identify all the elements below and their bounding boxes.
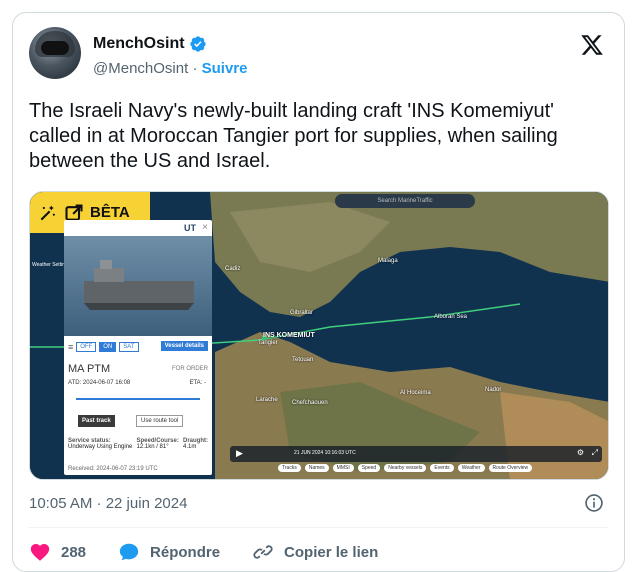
vessel-info-panel: UT × ≡ OFF ON SAT Vessel details MA PTM … <box>64 220 212 475</box>
handle-separator: · <box>192 60 198 77</box>
verified-badge-icon <box>189 36 206 52</box>
timeline-date: 21 JUN 2024 10:16:03 UTC <box>294 450 356 456</box>
route-tool-button[interactable]: Use route tool <box>136 415 184 427</box>
chip-mmsi[interactable]: MMSI <box>332 464 354 472</box>
actions-divider <box>29 527 608 528</box>
toggle-on[interactable]: ON <box>99 342 117 352</box>
vessel-status-row: Service status: Underway Using Engine Spe… <box>68 438 208 450</box>
place-label: Nador <box>485 387 502 393</box>
follow-button[interactable]: Suivre <box>202 60 248 77</box>
close-icon[interactable]: × <box>202 222 208 233</box>
like-count: 288 <box>61 543 87 561</box>
map-search-input[interactable]: Search MarineTraffic <box>335 194 475 208</box>
chip-weather[interactable]: Weather <box>457 464 485 472</box>
settings-icon[interactable]: ⚙ <box>577 448 584 457</box>
tweet-card: MenchOsint @MenchOsint · Suivre The Isra… <box>12 12 625 572</box>
playback-timeline[interactable]: ▶ 21 JUN 2024 10:16:03 UTC ⚙ ⤢ <box>230 446 602 462</box>
author-handle-row: @MenchOsint · Suivre <box>93 60 247 77</box>
menu-icon[interactable]: ≡ <box>68 342 73 352</box>
expand-icon[interactable]: ⤢ <box>592 448 598 458</box>
reply-label: Répondre <box>150 543 221 561</box>
like-button[interactable]: 288 <box>29 541 86 563</box>
avatar[interactable] <box>29 27 81 79</box>
chip-route-overview[interactable]: Route Overview <box>488 464 533 472</box>
place-label: Larache <box>256 397 278 403</box>
author-handle[interactable]: @MenchOsint <box>93 60 188 77</box>
toggle-off[interactable]: OFF <box>76 342 97 352</box>
magic-wand-icon <box>40 205 55 220</box>
vessel-photo <box>64 236 212 336</box>
map-filter-chips: Tracks Names MMSI Speed Nearby vessels E… <box>278 464 533 472</box>
place-label: Alboran Sea <box>434 314 468 320</box>
chip-speed[interactable]: Speed <box>357 464 381 472</box>
place-label: Al Hoceima <box>400 390 431 396</box>
toggle-sat[interactable]: SAT <box>119 342 139 352</box>
vessel-map-label[interactable]: INS KOMEMIUT <box>263 332 315 339</box>
destination-code: MA PTM <box>68 363 111 375</box>
info-icon[interactable] <box>584 493 604 513</box>
tweet-timestamp[interactable]: 10:05 AM · 22 juin 2024 <box>29 495 187 512</box>
chip-tracks[interactable]: Tracks <box>278 464 301 472</box>
place-label: Tetouan <box>292 357 314 363</box>
place-label: Gibraltar <box>290 310 314 316</box>
map-layer-toggle: ≡ OFF ON SAT <box>68 342 139 352</box>
tweet-media[interactable]: BÊTA Search MarineTraffic Weather Settin… <box>29 191 609 480</box>
tweet-text: The Israeli Navy's newly-built landing c… <box>29 100 558 172</box>
author-display-name[interactable]: MenchOsint <box>93 35 185 53</box>
link-icon <box>253 545 273 559</box>
heart-icon <box>30 544 50 561</box>
copy-link-label: Copier le lien <box>284 543 379 561</box>
reply-button[interactable]: Répondre <box>118 541 220 563</box>
place-label: Tangier <box>258 340 278 346</box>
beta-label: BÊTA <box>90 204 130 221</box>
vessel-details-button[interactable]: Vessel details <box>160 341 208 351</box>
chip-events[interactable]: Events <box>430 464 454 472</box>
chip-nearby-vessels[interactable]: Nearby vessels <box>384 464 427 472</box>
for-order-label: FOR ORDER <box>172 366 208 372</box>
place-label: Malaga <box>378 258 398 264</box>
vessel-panel-title: UT <box>184 223 196 233</box>
author-name-row: MenchOsint <box>93 35 207 53</box>
avatar-visor <box>41 41 69 55</box>
voyage-progress-bar <box>76 398 200 400</box>
received-timestamp: Received: 2024-06-07 23:19 UTC <box>68 466 158 472</box>
draught: Draught: 4.1m <box>183 438 208 450</box>
play-icon[interactable]: ▶ <box>236 448 243 459</box>
atd-label: ATD: 2024-06-07 16:08 <box>68 380 131 386</box>
eta-label: ETA: - <box>189 380 206 386</box>
copy-link-button[interactable]: Copier le lien <box>252 541 378 563</box>
place-label: Chefchaouen <box>292 400 328 406</box>
chip-names[interactable]: Names <box>304 464 329 472</box>
x-logo-icon[interactable] <box>580 33 604 57</box>
service-status: Service status: Underway Using Engine <box>68 438 133 450</box>
tweet-actions: 288 Répondre Copier le lien <box>29 541 410 563</box>
reply-bubble-icon <box>119 543 139 561</box>
past-track-button[interactable]: Past track <box>78 415 115 427</box>
place-label: Cadiz <box>225 266 241 272</box>
speed-course: Speed/Course: 12.1kn / 81° <box>136 438 179 450</box>
